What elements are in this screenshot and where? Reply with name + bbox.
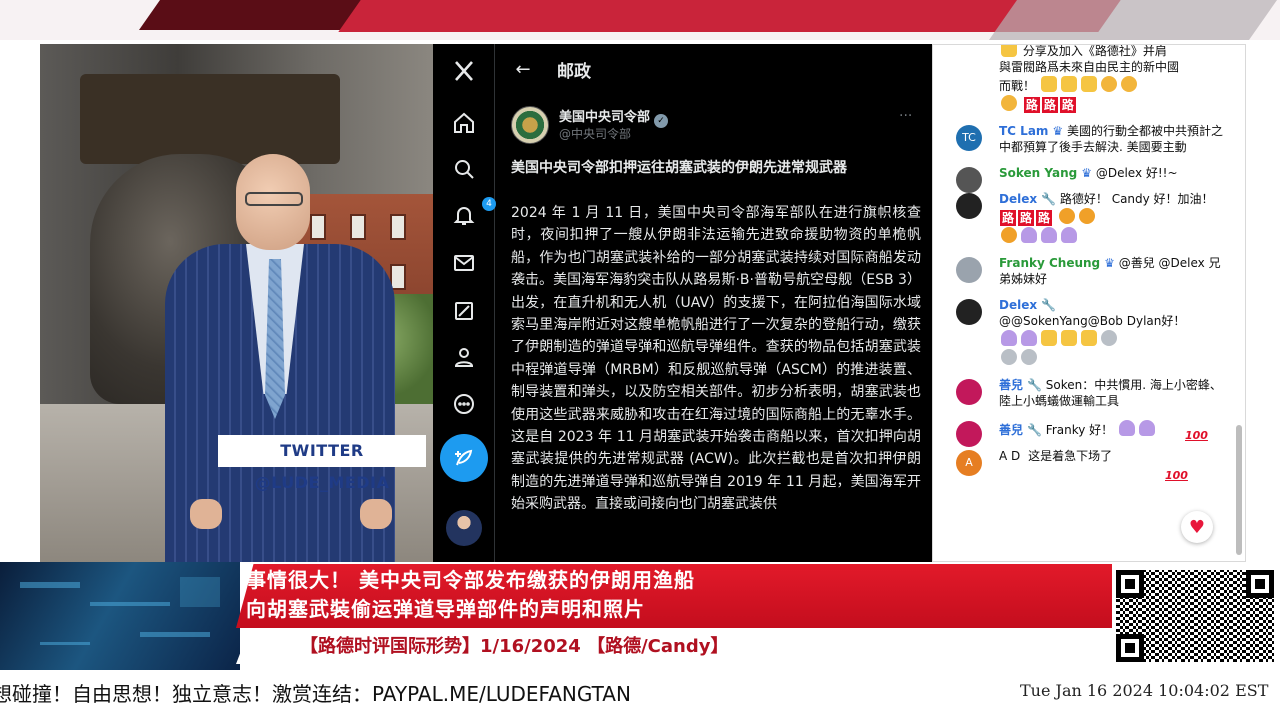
chat-text: 路德好！ Candy 好！加油！ bbox=[1059, 192, 1214, 206]
grok-slash-icon[interactable] bbox=[448, 295, 480, 327]
road-emote: 路 bbox=[1023, 97, 1040, 113]
heart-reaction-button[interactable]: ♥ bbox=[1181, 511, 1213, 543]
host-video: TWITTER @LUDE_MEDIA bbox=[40, 44, 433, 562]
stream-frame: TWITTER @LUDE_MEDIA 4 ← 邮政 美国中央司令部 ✓ @中央… bbox=[0, 0, 1280, 720]
chat-message: 分享及加入《路德社》并肩 與雷閥路爲未來自由民主的新中國 而戰！ 路路路 bbox=[933, 44, 1233, 113]
member-badge-icon: ♛ bbox=[1081, 166, 1092, 180]
avatar[interactable] bbox=[956, 379, 982, 405]
muscle-emoji-icon bbox=[1001, 95, 1017, 111]
chat-text: 分享及加入《路德社》并肩 bbox=[1022, 44, 1167, 58]
decorative-graphic bbox=[0, 562, 240, 670]
profile-person-icon[interactable] bbox=[448, 341, 480, 373]
chat-message: TC TC Lam ♛ 美國的行動全都被中共預計之中都預算了後手去解決. 美國要主… bbox=[933, 123, 1233, 155]
tiger-emoji-icon bbox=[1078, 208, 1095, 224]
tiger-emoji-icon bbox=[1058, 208, 1075, 224]
member-badge-icon: ♛ bbox=[1052, 124, 1064, 138]
x-app-panel: 4 ← 邮政 美国中央司令部 ✓ @中央司令部 ··· 美国中央司令部扣押运往胡… bbox=[433, 44, 932, 562]
back-arrow-icon[interactable]: ← bbox=[503, 59, 543, 80]
notifications-bell-icon[interactable]: 4 bbox=[448, 197, 496, 231]
chat-text: Franky 好！ bbox=[1045, 423, 1114, 437]
avatar[interactable] bbox=[956, 193, 982, 219]
chat-author[interactable]: 善兒 bbox=[999, 423, 1023, 437]
member-badge-icon: ♛ bbox=[1104, 256, 1115, 270]
post-title: 美国中央司令部扣押运往胡塞武装的伊朗先进常规武器 bbox=[511, 160, 847, 176]
search-icon[interactable] bbox=[448, 153, 480, 185]
top-decorative-banner bbox=[0, 0, 1280, 40]
road-emote: 路 bbox=[1041, 97, 1058, 113]
avatar[interactable]: TC bbox=[956, 125, 982, 151]
chat-message: Soken Yang ♛ @Delex 好!!~ bbox=[933, 165, 1233, 193]
wrench-moderator-icon: 🔧 bbox=[1041, 298, 1057, 312]
chat-text: 與雷閥路爲未來自由民主的新中國 bbox=[999, 60, 1180, 74]
avatar[interactable] bbox=[956, 421, 982, 447]
post-body: 2024 年 1 月 11 日，美国中央司令部海军部队在进行旗帜核查时，夜间扣押… bbox=[511, 205, 921, 513]
messages-envelope-icon[interactable] bbox=[448, 247, 480, 279]
program-subtitle: 【路德时评国际形势】1/16/2024 【路德/Candy】 bbox=[300, 636, 729, 657]
road-emote: 路 bbox=[1000, 210, 1017, 226]
chat-text: 这是着急下场了 bbox=[1028, 449, 1113, 463]
pray-emoji-icon bbox=[1041, 330, 1057, 346]
chat-scrollbar[interactable] bbox=[1236, 425, 1242, 555]
post-header: ← 邮政 bbox=[495, 44, 932, 94]
broadcast-datetime: Tue Jan 16 2024 10:04:02 EST bbox=[1020, 681, 1269, 700]
hundred-emoji-icon: 100 bbox=[1165, 469, 1188, 482]
chat-message: Delex 🔧 @@SokenYang@Bob Dylan好！ bbox=[933, 297, 1233, 367]
account-avatar[interactable] bbox=[446, 510, 482, 546]
avatar[interactable] bbox=[956, 257, 982, 283]
twitter-handle-tag: TWITTER @LUDE_MEDIA bbox=[218, 435, 426, 492]
post-detail: ← 邮政 美国中央司令部 ✓ @中央司令部 ··· 美国中央司令部扣押运往胡塞武装… bbox=[495, 44, 932, 562]
headline-line-2: 向胡塞武裝偷运弹道导弹部件的声明和照片 bbox=[246, 597, 645, 621]
chat-author[interactable]: Delex bbox=[999, 298, 1037, 312]
feather-plus-icon bbox=[455, 449, 473, 466]
road-emote: 路 bbox=[1018, 210, 1035, 226]
page-title: 邮政 bbox=[557, 61, 591, 82]
centcom-avatar[interactable] bbox=[511, 106, 549, 144]
live-chat-panel: 分享及加入《路德社》并肩 與雷閥路爲未來自由民主的新中國 而戰！ 路路路 TC … bbox=[932, 44, 1246, 562]
road-emote: 路 bbox=[1059, 97, 1076, 113]
x-logo-icon[interactable] bbox=[448, 55, 480, 87]
x-sidebar-nav: 4 bbox=[433, 44, 496, 562]
arm-emoji-icon bbox=[1101, 330, 1117, 346]
verified-badge-icon: ✓ bbox=[654, 114, 669, 128]
chat-text: @@SokenYang@Bob Dylan好！ bbox=[999, 314, 1186, 328]
lower-third: 事情很大！ 美中央司令部发布缴获的伊朗用渔船 向胡塞武裝偷运弹道导弹部件的声明和… bbox=[0, 562, 1280, 672]
road-emote: 路 bbox=[1036, 210, 1053, 226]
chat-author[interactable]: A D bbox=[999, 449, 1020, 463]
thumbs-up-emoji-icon bbox=[1001, 45, 1017, 57]
peace-emoji-icon bbox=[1001, 330, 1017, 346]
post-author-name[interactable]: 美国中央司令部 bbox=[559, 110, 650, 125]
wrench-moderator-icon: 🔧 bbox=[1041, 192, 1057, 206]
chat-author[interactable]: Soken Yang bbox=[999, 166, 1077, 180]
more-options-icon[interactable]: ··· bbox=[899, 108, 912, 124]
avatar[interactable] bbox=[956, 299, 982, 325]
chat-message: Delex 🔧 路德好！ Candy 好！加油！ 路路路 bbox=[933, 191, 1233, 245]
wrench-moderator-icon: 🔧 bbox=[1027, 423, 1042, 437]
hundred-emoji-icon: 100 bbox=[1185, 429, 1208, 442]
home-icon[interactable] bbox=[448, 107, 480, 139]
qr-code[interactable] bbox=[1112, 566, 1278, 666]
chat-text: @Delex 好!!~ bbox=[1095, 166, 1178, 180]
more-circle-icon[interactable] bbox=[448, 388, 480, 420]
chat-message: A A D 这是着急下场了 bbox=[933, 448, 1233, 476]
chat-author[interactable]: TC Lam bbox=[999, 124, 1048, 138]
ticker-text: 想碰撞！自由思想！独立意志！激赏连结：PAYPAL.ME/LUDEFANGTAN bbox=[0, 682, 631, 706]
avatar[interactable]: A bbox=[956, 450, 982, 476]
post-handle[interactable]: @中央司令部 bbox=[559, 125, 631, 142]
chat-author[interactable]: Delex bbox=[999, 192, 1037, 206]
chat-author[interactable]: 善兒 bbox=[999, 378, 1023, 392]
chat-message: Franky Cheung ♛ @善兒 @Delex 兄弟姊妹好 bbox=[933, 255, 1233, 287]
compose-post-button[interactable] bbox=[440, 434, 488, 482]
avatar[interactable] bbox=[956, 167, 982, 193]
notification-count-badge: 4 bbox=[482, 197, 496, 211]
chat-author[interactable]: Franky Cheung bbox=[999, 256, 1100, 270]
chat-text: 而戰！ bbox=[999, 79, 1036, 93]
headline-line-1: 事情很大！ 美中央司令部发布缴获的伊朗用渔船 bbox=[246, 568, 695, 592]
bottom-ticker: 想碰撞！自由思想！独立意志！激赏连结：PAYPAL.ME/LUDEFANGTAN… bbox=[0, 672, 1280, 720]
liberty-bell-yoke bbox=[80, 74, 340, 164]
wrench-moderator-icon: 🔧 bbox=[1027, 378, 1042, 392]
chat-message: 善兒 🔧 Soken：中共慣用. 海上小密蜂、陸上小螞蟻做運輸工具 bbox=[933, 377, 1233, 409]
